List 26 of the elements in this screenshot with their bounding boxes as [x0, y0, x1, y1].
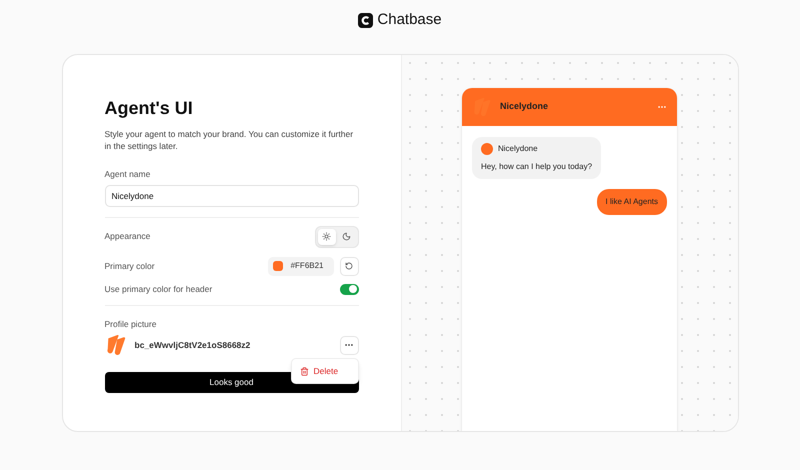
light-mode-button[interactable] [318, 228, 336, 245]
profile-picture-file: bc_eWwvljC8tV2e1oS8668z2 [134, 338, 250, 352]
primary-color-label: Primary color [104, 260, 155, 273]
appearance-label: Appearance [104, 230, 150, 244]
sun-icon [322, 232, 331, 242]
profile-picture-logo-icon [104, 334, 126, 356]
reset-icon [345, 262, 353, 270]
chat-agent-name: Nicelydone [500, 100, 550, 114]
trash-icon [300, 366, 308, 376]
agent-name-label: Agent name [104, 168, 152, 181]
reset-color-button[interactable] [340, 256, 358, 276]
page-title: Agent's UI [104, 97, 194, 120]
moon-icon [342, 232, 351, 242]
color-value: #FF6B21 [290, 260, 324, 272]
message-sender: Nicelydone [498, 143, 538, 155]
header-color-label: Use primary color for header [104, 282, 212, 296]
page-description: Style your agent to match your brand. You can customize it further in the settings later. [104, 128, 354, 152]
user-message-bubble: I like AI Agents [596, 189, 667, 215]
brand-logo-icon [358, 12, 374, 28]
header-color-toggle[interactable] [340, 284, 358, 295]
more-options-button[interactable] [340, 336, 358, 355]
agent-name-field[interactable]: Nicelydone [104, 184, 358, 207]
color-field[interactable]: #FF6B21 [268, 256, 334, 276]
profile-picture-label: Profile picture [104, 318, 158, 330]
message-text: Hey, how can I help you today? [481, 161, 592, 173]
brand-name: Chatbase [377, 10, 442, 30]
